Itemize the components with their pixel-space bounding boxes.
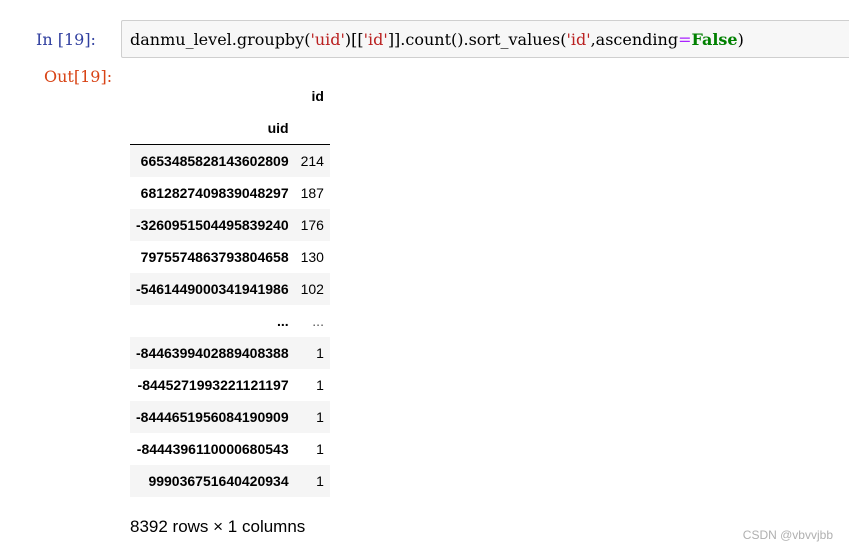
row-value: 1 — [316, 345, 324, 361]
row-index: 6653485828143602809 — [140, 153, 289, 169]
index-name-row: uid — [130, 112, 330, 145]
table-row: -5461449000341941986 102 — [130, 273, 330, 305]
row-index-ellipsis: ... — [276, 313, 289, 329]
column-header-id: id — [311, 88, 324, 104]
row-value: 214 — [300, 153, 324, 169]
table-row: 7975574863793804658 130 — [130, 241, 330, 273]
row-index: -8444396110000680543 — [136, 441, 289, 457]
dataframe-table: id uid 6653485828143602809 214 681282740… — [130, 80, 330, 497]
table-row: 6653485828143602809 214 — [130, 144, 330, 177]
code-token: ]].count().sort_values( — [387, 30, 567, 49]
table-row: 6812827409839048297 187 — [130, 177, 330, 209]
row-value: 1 — [316, 409, 324, 425]
row-value: 1 — [316, 473, 324, 489]
code-operator: = — [678, 30, 692, 49]
code-keyword: False — [691, 30, 738, 49]
row-index: -8444651956084190909 — [136, 409, 289, 425]
row-index: -5461449000341941986 — [136, 281, 289, 297]
table-row: 999036751640420934 1 — [130, 465, 330, 497]
row-index: 999036751640420934 — [148, 473, 289, 489]
table-row: -3260951504495839240 176 — [130, 209, 330, 241]
table-row: -8444396110000680543 1 — [130, 433, 330, 465]
row-value: 1 — [316, 377, 324, 393]
code-input-area[interactable]: danmu_level.groupby('uid')[['id']].count… — [121, 20, 849, 58]
code-string: 'uid' — [310, 30, 345, 49]
output-prompt: Out[19]: — [44, 67, 113, 86]
row-value: 187 — [300, 185, 324, 201]
code-string: 'id' — [566, 30, 591, 49]
row-value-ellipsis: ... — [312, 313, 324, 329]
row-index: -8446399402889408388 — [136, 345, 289, 361]
row-value: 176 — [300, 217, 324, 233]
table-row: -8444651956084190909 1 — [130, 401, 330, 433]
row-index: 6812827409839048297 — [140, 185, 289, 201]
row-value: 130 — [300, 249, 324, 265]
header-blank — [130, 80, 295, 112]
dataframe-shape: 8392 rows × 1 columns — [130, 517, 306, 536]
index-name-uid: uid — [130, 112, 295, 145]
code-string: 'id' — [363, 30, 388, 49]
row-index: -8445271993221121197 — [137, 377, 289, 393]
table-row: -8446399402889408388 1 — [130, 337, 330, 369]
header-blank — [294, 112, 330, 145]
row-index: -3260951504495839240 — [136, 217, 289, 233]
column-header-row: id — [130, 80, 330, 112]
code-token: ) — [737, 30, 744, 49]
code-token: danmu_level.groupby( — [130, 30, 311, 49]
code-token: ,ascending — [590, 30, 679, 49]
row-value: 1 — [316, 441, 324, 457]
row-index: 7975574863793804658 — [140, 249, 289, 265]
input-prompt: In [19]: — [36, 30, 96, 49]
code-token: )[[ — [344, 30, 364, 49]
ellipsis-row: ... ... — [130, 305, 330, 337]
code-line: danmu_level.groupby('uid')[['id']].count… — [130, 31, 744, 49]
watermark: CSDN @vbvvjbb — [742, 528, 833, 542]
table-row: -8445271993221121197 1 — [130, 369, 330, 401]
row-value: 102 — [300, 281, 324, 297]
